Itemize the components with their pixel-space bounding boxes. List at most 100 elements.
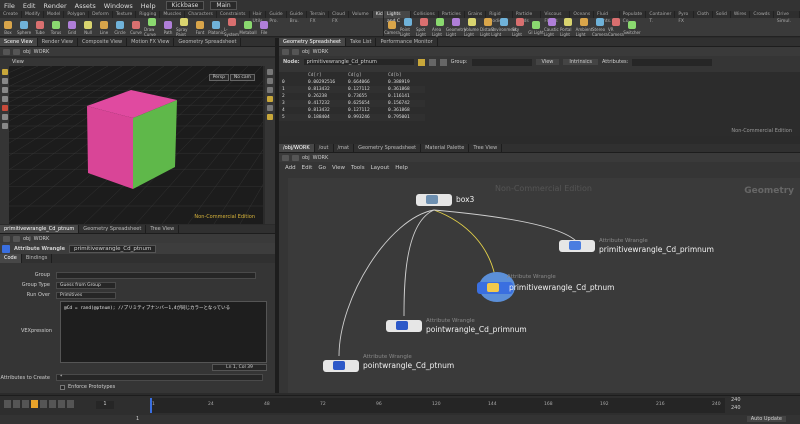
shelf-tool[interactable]: Curve: [128, 20, 144, 35]
desktop-dropdown[interactable]: Kickbase: [165, 1, 205, 10]
tab-mat[interactable]: /mat: [334, 144, 355, 152]
shelf-tool[interactable]: Draw Curve: [144, 18, 160, 37]
snap-icon[interactable]: [267, 96, 273, 102]
view-tool-icon[interactable]: [1, 114, 8, 120]
vertices-mode-icon[interactable]: [428, 58, 436, 66]
shelf-tool[interactable]: Environment Light: [491, 18, 517, 37]
shelf-tool[interactable]: VR Camera: [608, 18, 624, 37]
enforce-checkbox[interactable]: [60, 384, 65, 390]
shelf-tool[interactable]: Sky Light: [512, 18, 528, 37]
forward-icon[interactable]: [292, 154, 299, 161]
shelf-tab[interactable]: Cloud FX: [329, 11, 349, 24]
table-row[interactable]: 1 0.813432 0.127112 0.361868: [279, 86, 425, 93]
shelf-tab[interactable]: Terrain FX: [307, 11, 330, 24]
tab-motion-fx-view[interactable]: Motion FX View: [127, 38, 175, 46]
shelf-tool[interactable]: GI Light: [528, 20, 544, 35]
table-row[interactable]: 3 0.417232 0.625654 0.156742: [279, 100, 425, 107]
shelf-tab[interactable]: Particles: [439, 11, 465, 18]
shelf-tab[interactable]: Cloth: [694, 11, 713, 18]
shelf-tool[interactable]: Sphere: [16, 20, 32, 35]
tab-param-node[interactable]: primitivewrangle_Cd_ptnum: [0, 225, 80, 233]
shelf-tab[interactable]: Constraints: [217, 11, 250, 18]
end-frame[interactable]: 240: [731, 397, 741, 403]
net-menu-help[interactable]: Help: [395, 165, 408, 171]
node-body[interactable]: [477, 282, 513, 294]
path-node[interactable]: WORK: [34, 49, 50, 55]
shelf-tab[interactable]: Model: [44, 11, 65, 18]
shelf-tab[interactable]: Viscous Fluids: [541, 11, 571, 24]
persp-menu[interactable]: Persp: [208, 74, 229, 81]
shelf-tool[interactable]: Line: [96, 20, 112, 35]
first-frame-icon[interactable]: [4, 400, 11, 408]
net-menu-view[interactable]: View: [332, 165, 345, 171]
tab-render-view[interactable]: Render View: [38, 38, 78, 46]
primitives-mode-icon[interactable]: [439, 58, 447, 66]
network-editor[interactable]: Non-Commercial Edition Geometry box3 Att…: [279, 178, 800, 393]
pose-tool-icon[interactable]: [1, 123, 8, 129]
net-menu-layout[interactable]: Layout: [371, 165, 390, 171]
back-icon[interactable]: [3, 235, 10, 242]
node-body[interactable]: [416, 194, 452, 206]
sheet-path-obj[interactable]: obj: [302, 49, 310, 55]
node-body[interactable]: [323, 360, 359, 372]
shelf-tool[interactable]: Caustic Light: [544, 18, 560, 37]
table-row[interactable]: 5 0.188404 0.993246 0.795001: [279, 114, 425, 121]
tab-tree-view[interactable]: Tree View: [469, 144, 503, 152]
display-option-icon[interactable]: [267, 69, 273, 75]
shelf-tab[interactable]: Guide Bru.: [287, 11, 307, 24]
column-header[interactable]: Cd[g]: [345, 72, 385, 79]
shelf-tab[interactable]: Grains: [465, 11, 487, 18]
forward-icon[interactable]: [13, 235, 20, 242]
back-icon[interactable]: [3, 48, 10, 55]
shelf-tool[interactable]: L-System: [224, 18, 240, 37]
shelf-tool[interactable]: Path: [160, 20, 176, 35]
shelf-tab[interactable]: Drive Simul.: [774, 11, 800, 24]
attributes-filter-field[interactable]: [632, 58, 713, 66]
shelf-tab[interactable]: Collisions: [411, 11, 439, 18]
menu-windows[interactable]: Windows: [100, 2, 137, 10]
handle-tool-icon[interactable]: [1, 105, 8, 111]
tab-param-spreadsheet[interactable]: Geometry Spreadsheet: [79, 225, 147, 233]
end-frame-2[interactable]: 240: [731, 405, 741, 411]
move-tool-icon[interactable]: [1, 78, 8, 84]
back-icon[interactable]: [282, 154, 289, 161]
shelf-tab[interactable]: Characters: [185, 11, 217, 18]
shelf-tab[interactable]: Fluid Conts.: [594, 11, 620, 24]
shelf-tab[interactable]: Lights and C: [384, 11, 411, 24]
tab-take-list[interactable]: Take List: [346, 38, 377, 46]
step-back-icon[interactable]: [22, 400, 29, 408]
menu-help[interactable]: Help: [137, 2, 160, 10]
shelf-tool[interactable]: Spray Paint: [176, 18, 192, 37]
shelf-tool[interactable]: Geometry Light: [446, 18, 466, 37]
shelf-tool[interactable]: Platonic: [208, 20, 224, 35]
shelf-tool[interactable]: Font: [192, 20, 208, 35]
shelf-tab[interactable]: Guide Pro.: [266, 11, 287, 24]
scene-viewport[interactable]: Persp No cam Non-Commercial Edition: [9, 66, 263, 224]
column-header[interactable]: [279, 72, 305, 79]
tab-performance-monitor[interactable]: Performance Monitor: [376, 38, 438, 46]
shelf-tab[interactable]: Container T.: [646, 11, 676, 24]
tab-material-palette[interactable]: Material Palette: [421, 144, 470, 152]
menu-assets[interactable]: Assets: [71, 2, 100, 10]
auto-update-button[interactable]: Auto Update: [746, 416, 786, 422]
points-display-icon[interactable]: [267, 114, 273, 120]
shelf-tab[interactable]: Polygon: [64, 11, 90, 18]
shelf-tab[interactable]: Populate Co.: [620, 11, 647, 24]
net-menu-tools[interactable]: Tools: [351, 165, 365, 171]
tab-bindings[interactable]: Bindings: [22, 254, 53, 263]
prev-key-icon[interactable]: [13, 400, 20, 408]
context-dropdown[interactable]: Main: [210, 1, 237, 10]
shelf-tool[interactable]: Camera: [384, 20, 400, 35]
shelf-tab[interactable]: Create: [0, 11, 22, 18]
node-body[interactable]: [386, 320, 422, 332]
tab-code[interactable]: Code: [0, 254, 22, 263]
column-header[interactable]: Cd[b]: [385, 72, 425, 79]
shelf-tool[interactable]: Grid: [64, 20, 80, 35]
shelf-tool[interactable]: Null: [80, 20, 96, 35]
table-row[interactable]: 2 0.26238 0.73655 0.116141: [279, 93, 425, 100]
shelf-tool[interactable]: Box: [0, 20, 16, 35]
shelf-tool[interactable]: File: [256, 20, 272, 35]
shelf-tool[interactable]: Volume Light: [464, 18, 480, 37]
sheet-path-node[interactable]: WORK: [313, 49, 329, 55]
shelf-tool[interactable]: Switcher: [623, 20, 641, 35]
